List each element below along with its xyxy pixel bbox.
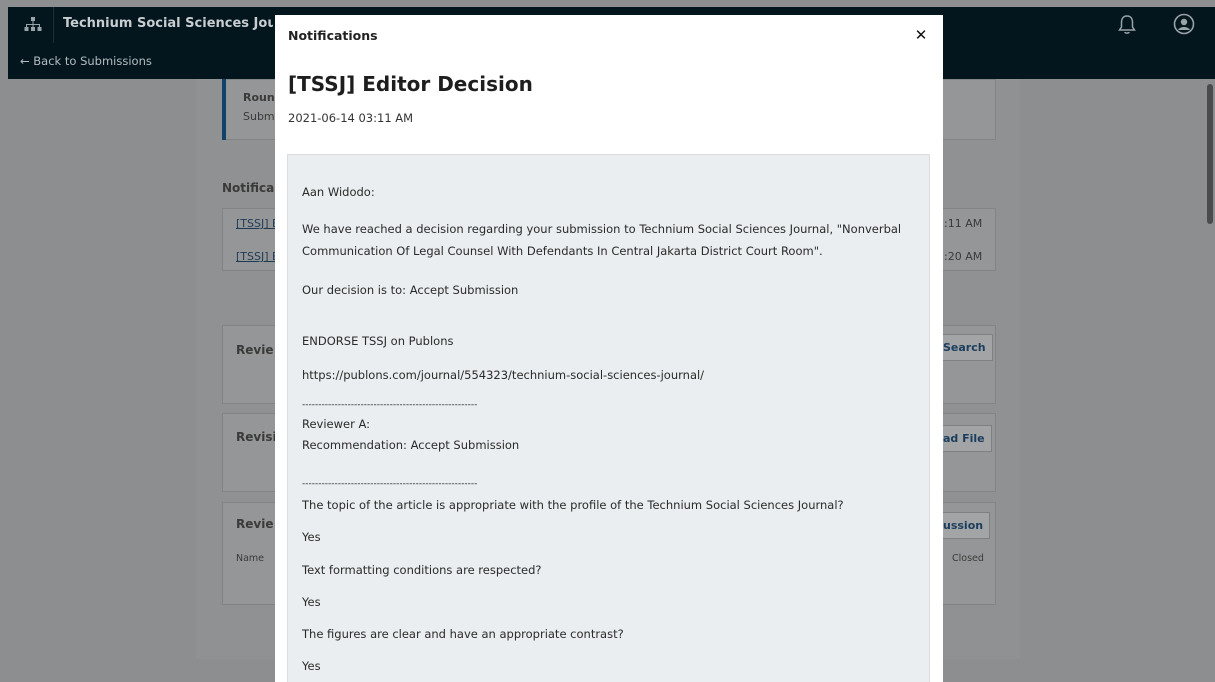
navbar-divider bbox=[53, 7, 54, 43]
closed-column-header: Closed bbox=[952, 553, 984, 564]
body-divider-1: ----------------------------------------… bbox=[302, 400, 478, 410]
body-recommendation: Recommendation: Accept Submission bbox=[302, 438, 520, 452]
notifications-modal: Notifications ✕ [TSSJ] Editor Decision 2… bbox=[275, 15, 943, 682]
bell-icon[interactable] bbox=[1117, 14, 1137, 36]
body-endorse: ENDORSE TSSJ on Publons bbox=[302, 334, 454, 348]
upload-file-button[interactable]: ad File bbox=[936, 425, 992, 452]
body-question-2: Text formatting conditions are respected… bbox=[302, 563, 542, 577]
back-to-submissions-link[interactable]: ← Back to Submissions bbox=[20, 54, 152, 68]
sitemap-icon[interactable] bbox=[24, 17, 42, 33]
notification-time-1: :11 AM bbox=[944, 217, 983, 230]
journal-title[interactable]: Technium Social Sciences Journal bbox=[63, 16, 273, 31]
body-line-1: We have reached a decision regarding you… bbox=[302, 222, 902, 236]
body-greeting: Aan Widodo: bbox=[302, 185, 375, 199]
body-line-2: Communication Of Legal Counsel With Defe… bbox=[302, 244, 823, 258]
review-files-heading: Revie bbox=[236, 343, 274, 357]
close-icon[interactable]: ✕ bbox=[913, 27, 929, 43]
body-answer-1: Yes bbox=[302, 530, 321, 544]
body-decision: Our decision is to: Accept Submission bbox=[302, 283, 519, 297]
revisions-heading: Revisi bbox=[236, 430, 277, 444]
body-answer-2: Yes bbox=[302, 595, 321, 609]
add-discussion-button[interactable]: ussion bbox=[936, 512, 991, 539]
body-question-3: The figures are clear and have an approp… bbox=[302, 627, 624, 641]
name-column-header: Name bbox=[236, 553, 265, 564]
notification-date: 2021-06-14 03:11 AM bbox=[288, 111, 414, 125]
submission-label: Subm bbox=[243, 110, 275, 123]
notification-link-1[interactable]: [TSSJ] E bbox=[236, 217, 279, 230]
body-question-1: The topic of the article is appropriate … bbox=[302, 498, 844, 512]
notification-time-2: :20 AM bbox=[944, 250, 983, 263]
review-discussions-heading: Revie bbox=[236, 517, 274, 531]
body-publons-url[interactable]: https://publons.com/journal/554323/techn… bbox=[302, 365, 704, 385]
round-info-accent bbox=[222, 79, 226, 140]
body-answer-3: Yes bbox=[302, 659, 321, 673]
notification-body: Aan Widodo: We have reached a decision r… bbox=[287, 154, 930, 682]
notifications-heading: Notifica bbox=[222, 181, 275, 195]
body-divider-2: ----------------------------------------… bbox=[302, 479, 478, 489]
page-scrollbar-thumb[interactable] bbox=[1207, 84, 1213, 224]
modal-header-title: Notifications bbox=[288, 28, 378, 43]
notification-title: [TSSJ] Editor Decision bbox=[288, 72, 533, 96]
user-avatar-icon[interactable] bbox=[1173, 13, 1195, 35]
notification-link-2[interactable]: [TSSJ] E bbox=[236, 250, 279, 263]
body-reviewer: Reviewer A: bbox=[302, 417, 371, 431]
search-button[interactable]: Search bbox=[936, 334, 993, 361]
